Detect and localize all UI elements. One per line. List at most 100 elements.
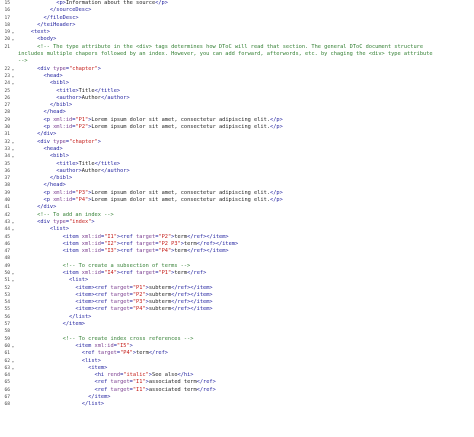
token-val: "P2 P3" — [158, 240, 181, 247]
code-line[interactable]: 26 <author>Author</author> — [0, 95, 474, 102]
code-line[interactable]: 37 </bibl> — [0, 175, 474, 182]
code-line[interactable]: 17 </fileDesc> — [0, 15, 474, 22]
line-content: <ref target="I1">associated term</ref> — [18, 379, 474, 386]
code-line[interactable]: 42 <!-- To add an index --> — [0, 212, 474, 219]
fold-toggle-icon[interactable]: ▾ — [11, 80, 15, 87]
code-line[interactable]: 63 ▾ <item> — [0, 365, 474, 372]
code-line[interactable]: 31 </div> — [0, 131, 474, 138]
code-line[interactable]: 47 <item xml:id="I3"><ref target="P4">te… — [0, 248, 474, 255]
code-line[interactable]: 36 <author>Author</author> — [0, 168, 474, 175]
token-attr: target — [110, 284, 130, 291]
code-line[interactable]: 61 <ref target="P4">term</ref> — [0, 350, 474, 357]
fold-toggle-icon[interactable]: ▾ — [11, 139, 15, 146]
code-line[interactable]: 30 <p xml:id="P2">Lorem ipsum dolor sit … — [0, 124, 474, 131]
code-line[interactable]: 67 </item> — [0, 394, 474, 401]
token-tag: </head> — [43, 109, 66, 116]
code-line[interactable]: 20 ▾ <body> — [0, 36, 474, 43]
code-line[interactable]: 27 </bibl> — [0, 102, 474, 109]
token-text: Information about the source — [65, 0, 156, 6]
code-line[interactable]: 28 </head> — [0, 109, 474, 116]
fold-toggle-icon[interactable]: ▾ — [11, 36, 15, 43]
code-line[interactable]: 38 </head> — [0, 182, 474, 189]
token-val: "P3" — [132, 299, 146, 306]
token-tag: <author> — [56, 167, 82, 174]
code-line[interactable]: 65 <ref target="I1">associated term</ref… — [0, 379, 474, 386]
code-line[interactable]: 45 <item xml:id="I1"><ref target="P2">te… — [0, 234, 474, 241]
code-line[interactable]: 32 ▾ <div type="chapter"> — [0, 139, 474, 146]
token-tag: <author> — [56, 94, 82, 101]
token-val: "P4" — [132, 306, 146, 313]
code-line[interactable]: 43 ▾ <div type="index"> — [0, 219, 474, 226]
line-content: <list> — [18, 358, 474, 365]
line-content: <hi rend="italic">See also</hi> — [18, 372, 474, 379]
code-line[interactable]: --> — [0, 58, 474, 65]
code-line[interactable]: 35 <title>Title</title> — [0, 161, 474, 168]
code-line[interactable]: 55 <item><ref target="P4">subterm</ref><… — [0, 306, 474, 313]
line-number: 46 — [4, 241, 10, 247]
code-line[interactable]: 66 <ref target="I1">associated term</ref… — [0, 387, 474, 394]
code-line[interactable]: includes multiple chapers followed by an… — [0, 51, 474, 58]
token-tag: <item><ref — [75, 299, 111, 306]
fold-toggle-icon[interactable]: ▾ — [11, 219, 15, 226]
code-line[interactable]: 44 ▾ <list> — [0, 226, 474, 233]
code-line[interactable]: 22 ▾ <div type="chapter"> — [0, 66, 474, 73]
code-line[interactable]: 29 <p xml:id="P1">Lorem ipsum dolor sit … — [0, 117, 474, 124]
code-line[interactable]: 40 <p xml:id="P4">Lorem ipsum dolor sit … — [0, 197, 474, 204]
code-area[interactable]: 15 <p>Information about the source</p> 16… — [0, 0, 474, 409]
token-val: "chapter" — [69, 138, 98, 145]
code-line[interactable]: 51 ▾ <list> — [0, 277, 474, 284]
token-attr: target — [136, 269, 156, 276]
code-editor[interactable]: 15 <p>Information about the source</p> 16… — [0, 0, 474, 437]
code-line[interactable]: 16 </sourceDesc> — [0, 7, 474, 14]
code-line[interactable]: 39 <p xml:id="P3">Lorem ipsum dolor sit … — [0, 190, 474, 197]
code-line[interactable]: 41 </div> — [0, 204, 474, 211]
token-tag: </ref></item> — [171, 284, 213, 291]
fold-toggle-icon[interactable]: ▾ — [11, 66, 15, 73]
line-number: 51 — [4, 278, 10, 284]
code-line[interactable]: 49 <!-- To create a subsection of terms … — [0, 263, 474, 270]
code-line[interactable]: 62 ▾ <list> — [0, 358, 474, 365]
fold-toggle-icon[interactable]: ▾ — [11, 270, 15, 277]
fold-toggle-icon[interactable]: ▾ — [11, 146, 15, 153]
code-line[interactable]: 34 ▾ <bibl> — [0, 153, 474, 160]
fold-toggle-icon[interactable]: ▾ — [11, 226, 15, 233]
fold-toggle-icon[interactable]: ▾ — [11, 277, 15, 284]
code-line[interactable]: 24 ▾ <bibl> — [0, 80, 474, 87]
line-number: 50 — [4, 270, 10, 276]
code-line[interactable]: 57 </item> — [0, 321, 474, 328]
code-line[interactable]: 18 </teiHeader> — [0, 22, 474, 29]
code-line[interactable]: 58 — [0, 328, 474, 335]
code-line[interactable]: 50 ▾ <item xml:id="I4"><ref target="P1">t… — [0, 270, 474, 277]
fold-toggle-icon[interactable]: ▾ — [11, 358, 15, 365]
fold-toggle-icon[interactable]: ▾ — [11, 73, 15, 80]
line-content: <head> — [18, 73, 474, 80]
code-line[interactable]: 46 <item xml:id="I2"><ref target="P2 P3"… — [0, 241, 474, 248]
code-line[interactable]: 56 </list> — [0, 314, 474, 321]
code-line[interactable]: 64 <hi rend="italic">See also</hi> — [0, 372, 474, 379]
line-number: 48 — [4, 256, 10, 262]
code-line[interactable]: 54 <item><ref target="P3">subterm</ref><… — [0, 299, 474, 306]
code-line[interactable]: 19 ▾ <text> — [0, 29, 474, 36]
fold-toggle-icon[interactable]: ▾ — [11, 343, 15, 350]
code-line[interactable]: 33 ▾ <head> — [0, 146, 474, 153]
code-line[interactable]: 59 <!-- To create index cross references… — [0, 336, 474, 343]
token-attr: target — [136, 233, 156, 240]
token-tag: </ref></item> — [171, 306, 213, 313]
token-tag: <hi — [94, 372, 108, 379]
code-line[interactable]: 52 <item><ref target="P1">subterm</ref><… — [0, 285, 474, 292]
token-comment: includes multiple chapers followed by an… — [18, 51, 433, 58]
code-line[interactable]: 68 </list> — [0, 401, 474, 408]
line-number: 47 — [4, 249, 10, 255]
fold-toggle-icon[interactable]: ▾ — [11, 153, 15, 160]
code-line[interactable]: 60 ▾ <item xml:id="I5"> — [0, 343, 474, 350]
code-line[interactable]: 48 — [0, 255, 474, 262]
fold-toggle-icon[interactable]: ▾ — [11, 365, 15, 372]
code-line[interactable]: 21 <!-- The type attribute in the <div> … — [0, 44, 474, 51]
code-line[interactable]: 15 <p>Information about the source</p> — [0, 0, 474, 7]
line-number: 67 — [4, 395, 10, 401]
fold-toggle-icon[interactable]: ▾ — [11, 29, 15, 36]
code-line[interactable]: 53 <item><ref target="P2">subterm</ref><… — [0, 292, 474, 299]
code-line[interactable]: 23 ▾ <head> — [0, 73, 474, 80]
token-tag: </author> — [100, 167, 130, 174]
code-line[interactable]: 25 <title>Title</title> — [0, 88, 474, 95]
